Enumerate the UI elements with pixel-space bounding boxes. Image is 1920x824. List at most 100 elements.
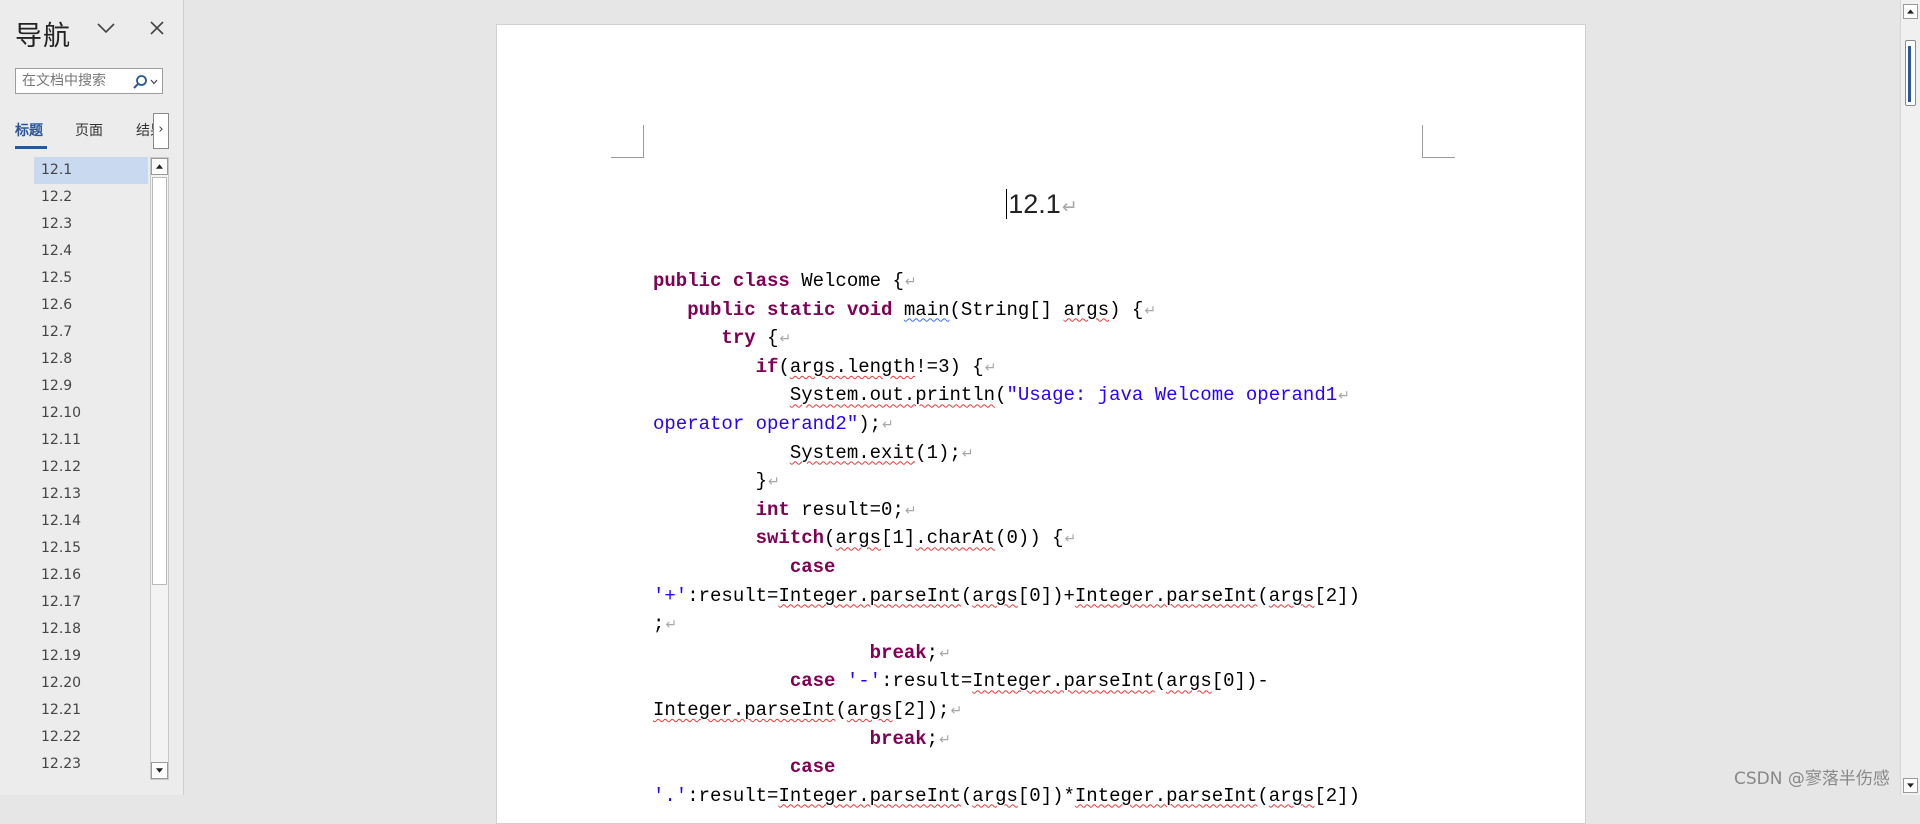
scroll-down-icon[interactable] — [151, 762, 168, 779]
code-line: switch(args[1].charAt(0)) {↵ — [653, 524, 1433, 553]
document-area: 12.1↵ public class Welcome {↵ public sta… — [184, 0, 1900, 824]
code-text: [0])- — [1211, 670, 1269, 693]
code-flagged-token: main — [903, 298, 950, 321]
nav-scroll-thumb[interactable] — [152, 177, 167, 585]
heading-list-item[interactable]: 12.7 — [34, 319, 148, 346]
paragraph-mark: ↵ — [665, 617, 678, 634]
tab-pages[interactable]: 页面 — [75, 120, 103, 140]
code-flagged-token: Integer.parseInt — [778, 784, 961, 807]
code-string: "Usage: java Welcome operand1 — [1006, 384, 1338, 407]
nav-scrollbar[interactable] — [150, 157, 169, 780]
code-line: break;↵ — [653, 639, 1433, 668]
caret-down-icon[interactable] — [150, 79, 158, 85]
heading-list-item[interactable]: 12.2 — [34, 184, 148, 211]
code-text: :result= — [687, 584, 779, 607]
code-line: ;↵ — [653, 610, 1433, 639]
code-text: ( — [824, 527, 836, 550]
code-keyword: break — [869, 641, 927, 664]
heading-list-item[interactable]: 12.4 — [34, 238, 148, 265]
code-line: }↵ — [653, 467, 1433, 496]
heading-list-item[interactable]: 12.20 — [34, 670, 148, 697]
heading-text: 12.1 — [1008, 189, 1061, 219]
document-heading[interactable]: 12.1↵ — [497, 189, 1587, 220]
heading-list-item[interactable]: 12.14 — [34, 508, 148, 535]
code-text: ( — [778, 355, 790, 378]
heading-list-item[interactable]: 12.1 — [34, 157, 148, 184]
code-keyword: if — [755, 355, 779, 378]
paragraph-mark: ↵ — [768, 474, 780, 491]
code-keyword: switch — [755, 527, 825, 550]
heading-list-item[interactable]: 12.23 — [34, 751, 148, 778]
chevron-down-icon[interactable] — [96, 20, 116, 36]
heading-list-item[interactable]: 12.13 — [34, 481, 148, 508]
code-line: if(args.length!=3) {↵ — [653, 353, 1433, 382]
heading-list-item[interactable]: 12.17 — [34, 589, 148, 616]
code-line: operator operand2");↵ — [653, 410, 1433, 439]
heading-list-item[interactable]: 12.22 — [34, 724, 148, 751]
code-flagged-token: args — [1268, 584, 1315, 607]
search-icon[interactable] — [132, 74, 148, 90]
code-flagged-token: .charAt — [915, 527, 996, 550]
heading-list-item[interactable]: 12.10 — [34, 400, 148, 427]
code-flagged-token: Integer.parseInt — [1074, 584, 1258, 607]
code-text: ) { — [1109, 298, 1144, 321]
heading-list-item[interactable]: 12.21 — [34, 697, 148, 724]
code-flagged-token: Integer.parseInt — [778, 584, 961, 607]
heading-list-item[interactable]: 12.12 — [34, 454, 148, 481]
code-flagged-token: args.length — [789, 355, 916, 378]
scroll-up-icon[interactable] — [151, 158, 168, 175]
document-page[interactable]: 12.1↵ public class Welcome {↵ public sta… — [496, 24, 1586, 824]
heading-list-item[interactable]: 12.9 — [34, 373, 148, 400]
heading-list-item[interactable]: 12.6 — [34, 292, 148, 319]
code-block[interactable]: public class Welcome {↵ public static vo… — [653, 267, 1433, 810]
code-text: !=3) { — [915, 355, 984, 378]
heading-list-item[interactable]: 12.16 — [34, 562, 148, 589]
code-flagged-token: args — [972, 784, 1018, 807]
heading-list-item[interactable]: 12.15 — [34, 535, 148, 562]
heading-list-item[interactable]: 12.5 — [34, 265, 148, 292]
code-keyword: int — [755, 498, 790, 521]
code-text: ( — [960, 584, 973, 607]
heading-list-item[interactable]: 12.8 — [34, 346, 148, 373]
heading-list-item[interactable]: 12.11 — [34, 427, 148, 454]
code-text: [2]) — [1314, 784, 1360, 807]
code-line: Integer.parseInt(args[2]);↵ — [653, 696, 1433, 725]
code-flagged-token: Integer.parseInt — [1074, 784, 1258, 807]
close-icon[interactable] — [148, 19, 166, 37]
code-keyword: public static void — [687, 298, 893, 321]
search-input[interactable] — [16, 69, 130, 93]
code-line: try {↵ — [653, 324, 1433, 353]
code-text: (1); — [915, 441, 961, 464]
heading-list: 12.1 12.2 12.3 12.4 12.5 12.6 12.7 12.8 12.9 12.1… — [34, 157, 148, 778]
code-flagged-token: args — [972, 584, 1018, 607]
margin-corner-mark — [611, 125, 644, 158]
code-text: (0)) { — [995, 527, 1064, 550]
code-string: '-' — [846, 670, 882, 693]
margin-corner-mark — [1422, 125, 1455, 158]
code-keyword: break — [869, 727, 927, 750]
code-text: [2]); — [892, 698, 950, 721]
code-keyword: try — [721, 327, 756, 350]
code-text: } — [653, 470, 768, 493]
code-text: Welcome { — [789, 270, 904, 292]
paragraph-mark: ↵ — [1338, 388, 1350, 405]
code-flagged-token: args — [1166, 670, 1212, 693]
code-text: [1] — [881, 527, 916, 550]
document-scrollbar[interactable] — [1900, 0, 1920, 795]
heading-list-item[interactable]: 12.3 — [34, 211, 148, 238]
paragraph-mark: ↵ — [984, 359, 997, 376]
heading-list-item[interactable]: 12.19 — [34, 643, 148, 670]
tab-scroll-right-button[interactable]: › — [153, 113, 169, 149]
scroll-down-icon[interactable] — [1903, 778, 1918, 793]
heading-list-item[interactable]: 12.18 — [34, 616, 148, 643]
code-text: ( — [1257, 784, 1269, 807]
tab-headings[interactable]: 标题 — [15, 120, 43, 140]
scroll-up-icon[interactable] — [1903, 4, 1918, 19]
code-text: :result= — [881, 670, 973, 693]
nav-pane-title: 导航 — [15, 21, 71, 52]
code-line: case '-':result=Integer.parseInt(args[0]… — [653, 667, 1433, 696]
